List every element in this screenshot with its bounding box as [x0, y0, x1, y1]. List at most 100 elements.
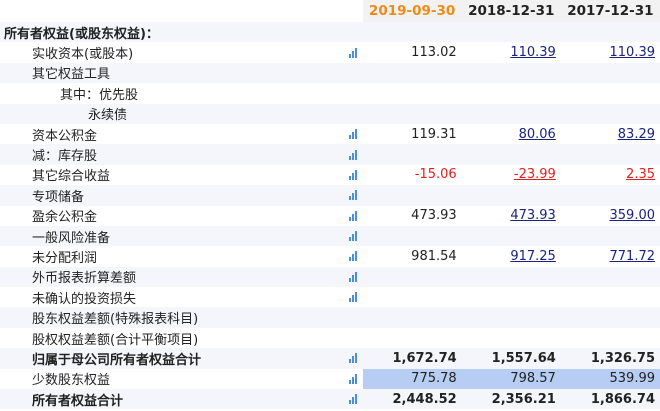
value-link[interactable]: -23.99 [514, 167, 556, 182]
row-chart-icon-cell[interactable] [342, 225, 363, 247]
value-link[interactable]: 80.06 [519, 127, 556, 142]
value-cell [461, 287, 561, 308]
value-link[interactable]: 83.29 [618, 127, 655, 142]
row-chart-icon-cell[interactable] [342, 368, 363, 390]
row-label: 归属于母公司所有者权益合计 [0, 348, 343, 369]
bar-chart-icon[interactable] [348, 129, 357, 140]
value-cell: 771.72 [560, 246, 660, 267]
row-chart-icon-cell[interactable] [342, 246, 363, 267]
table-row: 股权权益差额(合计平衡项目) [0, 327, 660, 349]
table-row: 其中：优先股 [0, 83, 660, 104]
row-label: 股东权益差额(特殊报表科目) [0, 307, 343, 328]
row-label: 盈余公积金 [0, 205, 343, 226]
value-cell [461, 144, 561, 165]
table-row: 盈余公积金 473.93 473.93 359.00 [0, 205, 660, 226]
row-chart-icon-cell[interactable] [342, 205, 363, 226]
value-cell [560, 185, 660, 206]
value-cell [560, 103, 660, 124]
value-cell [560, 287, 660, 308]
value-cell: 917.25 [461, 246, 561, 267]
table-row: 资本公积金 119.31 80.06 83.29 [0, 123, 660, 145]
row-chart-icon-cell[interactable] [342, 123, 363, 145]
bar-chart-icon[interactable] [348, 149, 357, 160]
value-cell [362, 225, 462, 247]
header-row: 2019-09-30 2018-12-31 2017-12-31 [0, 0, 660, 22]
header-label-cell [0, 0, 343, 22]
value-cell [560, 62, 660, 84]
value-cell [362, 185, 462, 206]
value-cell [461, 103, 561, 124]
value-cell [461, 185, 561, 206]
value-cell: 80.06 [461, 123, 561, 145]
row-chart-icon-cell[interactable] [342, 42, 363, 63]
value-cell [560, 327, 660, 349]
row-label: 所有者权益合计 [0, 389, 343, 410]
row-label: 其它权益工具 [0, 62, 343, 84]
value-link[interactable]: 110.39 [510, 45, 556, 60]
value-cell [560, 22, 660, 43]
table-row: 其它综合收益 -15.06 -23.99 2.35 [0, 164, 660, 186]
row-label: 减：库存股 [0, 144, 343, 165]
value-cell: 113.02 [362, 42, 462, 63]
row-label: 永续债 [0, 103, 343, 124]
bar-chart-icon[interactable] [348, 373, 357, 384]
value-cell [362, 307, 462, 328]
bar-chart-icon[interactable] [348, 251, 357, 262]
header-date-2017-12-31[interactable]: 2017-12-31 [560, 0, 660, 22]
bar-chart-icon[interactable] [348, 271, 357, 282]
value-cell: 981.54 [362, 246, 462, 267]
row-label: 少数股东权益 [0, 368, 343, 390]
table-row: 少数股东权益 775.78 798.57 539.99 [0, 368, 660, 390]
value-link[interactable]: 771.72 [610, 249, 656, 264]
row-chart-icon-cell [342, 62, 363, 84]
value-cell [461, 22, 561, 43]
value-cell: 1,866.74 [560, 389, 660, 410]
row-chart-icon-cell[interactable] [342, 348, 363, 369]
bar-chart-icon[interactable] [348, 47, 357, 58]
equity-table: 2019-09-30 2018-12-31 2017-12-31 所有者权益(或… [0, 0, 660, 410]
value-cell [461, 327, 561, 349]
value-link[interactable]: 2.35 [626, 167, 655, 182]
value-cell: -23.99 [461, 164, 561, 186]
header-date-2018-12-31[interactable]: 2018-12-31 [461, 0, 561, 22]
table-row: 其它权益工具 [0, 62, 660, 84]
row-chart-icon-cell[interactable] [342, 389, 363, 410]
value-cell: 1,672.74 [362, 348, 462, 369]
value-cell: 83.29 [560, 123, 660, 145]
bar-chart-icon[interactable] [348, 190, 357, 201]
bar-chart-icon[interactable] [348, 394, 357, 405]
bar-chart-icon[interactable] [348, 292, 357, 303]
value-link[interactable]: 359.00 [610, 208, 656, 223]
value-link[interactable]: 917.25 [510, 249, 556, 264]
header-icon-cell [342, 0, 363, 22]
bar-chart-icon[interactable] [348, 210, 357, 221]
value-link[interactable]: 473.93 [510, 208, 556, 223]
value-cell [461, 83, 561, 104]
row-chart-icon-cell[interactable] [342, 287, 363, 308]
row-chart-icon-cell[interactable] [342, 185, 363, 206]
value-cell: 798.57 [461, 368, 561, 390]
value-cell: 1,557.64 [461, 348, 561, 369]
bar-chart-icon[interactable] [348, 169, 357, 180]
value-cell [560, 144, 660, 165]
row-label: 未确认的投资损失 [0, 287, 343, 308]
value-cell [362, 144, 462, 165]
row-label: 股权权益差额(合计平衡项目) [0, 327, 343, 349]
value-cell: 110.39 [461, 42, 561, 63]
value-cell: 2.35 [560, 164, 660, 186]
bar-chart-icon[interactable] [348, 231, 357, 242]
table-row: 减：库存股 [0, 144, 660, 165]
table-row: 所有者权益合计 2,448.52 2,356.21 1,866.74 [0, 389, 660, 410]
value-cell [362, 62, 462, 84]
row-label: 专项储备 [0, 185, 343, 206]
row-chart-icon-cell[interactable] [342, 144, 363, 165]
value-link[interactable]: 110.39 [610, 45, 656, 60]
row-chart-icon-cell[interactable] [342, 266, 363, 288]
row-label: 资本公积金 [0, 123, 343, 145]
table-row: 归属于母公司所有者权益合计 1,672.74 1,557.64 1,326.75 [0, 348, 660, 369]
bar-chart-icon[interactable] [348, 353, 357, 364]
row-chart-icon-cell[interactable] [342, 164, 363, 186]
value-cell: 775.78 [362, 368, 462, 390]
header-date-2019-09-30[interactable]: 2019-09-30 [362, 0, 462, 22]
row-chart-icon-cell [342, 327, 363, 349]
